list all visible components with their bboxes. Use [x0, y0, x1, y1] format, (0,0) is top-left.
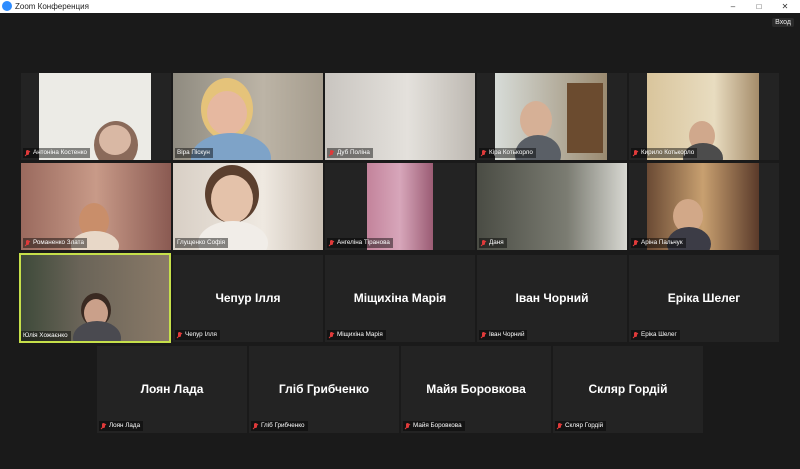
participant-tile[interactable]: Іван Чорний Іван Чорний: [477, 255, 627, 342]
participant-display-name: Іван Чорний: [515, 291, 589, 305]
participant-name-label: Міщихіна Марія: [327, 330, 386, 340]
participant-video: [647, 73, 759, 160]
muted-mic-icon: [329, 331, 334, 339]
muted-mic-icon: [329, 239, 334, 247]
participant-name-label: Скляр Гордій: [555, 421, 607, 431]
participant-name-label: Іван Чорний: [479, 330, 528, 340]
participant-name-label: Даня: [479, 238, 507, 248]
participant-tile[interactable]: Кирило Котькорло: [629, 73, 779, 160]
participant-tile[interactable]: Кіра Котькорло: [477, 73, 627, 160]
participant-name-label: Майя Боровкова: [403, 421, 465, 431]
minimize-button[interactable]: –: [720, 0, 746, 13]
participant-video: [477, 163, 627, 250]
participant-video: [21, 163, 171, 250]
participant-name-label: Аріна Пальчук: [631, 238, 686, 248]
participant-video: [39, 73, 151, 160]
participant-tile[interactable]: Даня: [477, 163, 627, 250]
participant-display-name: Міщихіна Марія: [353, 291, 447, 305]
zoom-logo-icon: [2, 1, 12, 11]
muted-mic-icon: [633, 149, 638, 157]
participant-display-name: Скляр Гордій: [588, 382, 668, 396]
muted-mic-icon: [481, 149, 486, 157]
participant-video: [21, 255, 169, 341]
muted-mic-icon: [481, 331, 486, 339]
window-titlebar: Zoom Конференция – □ ✕: [0, 0, 800, 13]
participant-tile[interactable]: Ангеліна Тіранова: [325, 163, 475, 250]
participant-name-label: Дуб Поліна: [327, 148, 373, 158]
muted-mic-icon: [633, 331, 638, 339]
participant-video: [367, 163, 433, 250]
muted-mic-icon: [25, 239, 30, 247]
participant-tile[interactable]: Віра Піскун: [173, 73, 323, 160]
participant-tile[interactable]: Гліб Грибченко Гліб Грибченко: [249, 346, 399, 433]
participant-display-name: Гліб Грибченко: [278, 382, 370, 396]
muted-mic-icon: [177, 331, 182, 339]
participant-name-label: Глущенко Софія: [175, 238, 229, 248]
participant-name-label: Чепур Ілля: [175, 330, 220, 340]
participant-display-name: Чепур Ілля: [215, 291, 281, 305]
participant-name-label: Віра Піскун: [175, 148, 213, 158]
participant-name-label: Ангеліна Тіранова: [327, 238, 393, 248]
participant-tile[interactable]: Глущенко Софія: [173, 163, 323, 250]
participant-name-label: Лоян Лада: [99, 421, 144, 431]
close-button[interactable]: ✕: [772, 0, 798, 13]
window-title: Zoom Конференция: [15, 2, 89, 11]
participant-tile[interactable]: Романенко Злата: [21, 163, 171, 250]
participant-tile-active-speaker[interactable]: Юлія Хожаєнко: [19, 253, 171, 343]
participant-tile[interactable]: Міщихіна Марія Міщихіна Марія: [325, 255, 475, 342]
participant-name-label: Еріка Шелег: [631, 330, 680, 340]
participant-video: [173, 163, 323, 250]
enter-button[interactable]: Вход: [772, 18, 794, 27]
participant-display-name: Еріка Шелег: [667, 291, 741, 305]
participant-display-name: Лоян Лада: [140, 382, 204, 396]
participant-video: [495, 73, 607, 160]
muted-mic-icon: [329, 149, 334, 157]
participant-tile[interactable]: Аріна Пальчук: [629, 163, 779, 250]
participant-tile[interactable]: Майя Боровкова Майя Боровкова: [401, 346, 551, 433]
muted-mic-icon: [633, 239, 638, 247]
participant-name-label: Гліб Грибченко: [251, 421, 308, 431]
muted-mic-icon: [25, 149, 30, 157]
participant-name-label: Кирило Котькорло: [631, 148, 698, 158]
participant-tile[interactable]: Еріка Шелег Еріка Шелег: [629, 255, 779, 342]
muted-mic-icon: [481, 239, 486, 247]
participant-tile[interactable]: Антоніна Костенко: [21, 73, 171, 160]
participant-tile[interactable]: Дуб Поліна: [325, 73, 475, 160]
maximize-button[interactable]: □: [746, 0, 772, 13]
muted-mic-icon: [405, 422, 410, 430]
participant-tile[interactable]: Скляр Гордій Скляр Гордій: [553, 346, 703, 433]
participant-name-label: Антоніна Костенко: [23, 148, 91, 158]
participant-tile[interactable]: Лоян Лада Лоян Лада: [97, 346, 247, 433]
muted-mic-icon: [253, 422, 258, 430]
participant-display-name: Майя Боровкова: [426, 382, 526, 396]
participant-video: [173, 73, 323, 160]
participant-name-label: Романенко Злата: [23, 238, 87, 248]
participant-video: [647, 163, 759, 250]
meeting-topbar: [0, 13, 800, 34]
muted-mic-icon: [101, 422, 106, 430]
muted-mic-icon: [557, 422, 562, 430]
participant-video: [325, 73, 475, 160]
participant-name-label: Юлія Хожаєнко: [21, 331, 71, 341]
participant-tile[interactable]: Чепур Ілля Чепур Ілля: [173, 255, 323, 342]
participant-name-label: Кіра Котькорло: [479, 148, 536, 158]
